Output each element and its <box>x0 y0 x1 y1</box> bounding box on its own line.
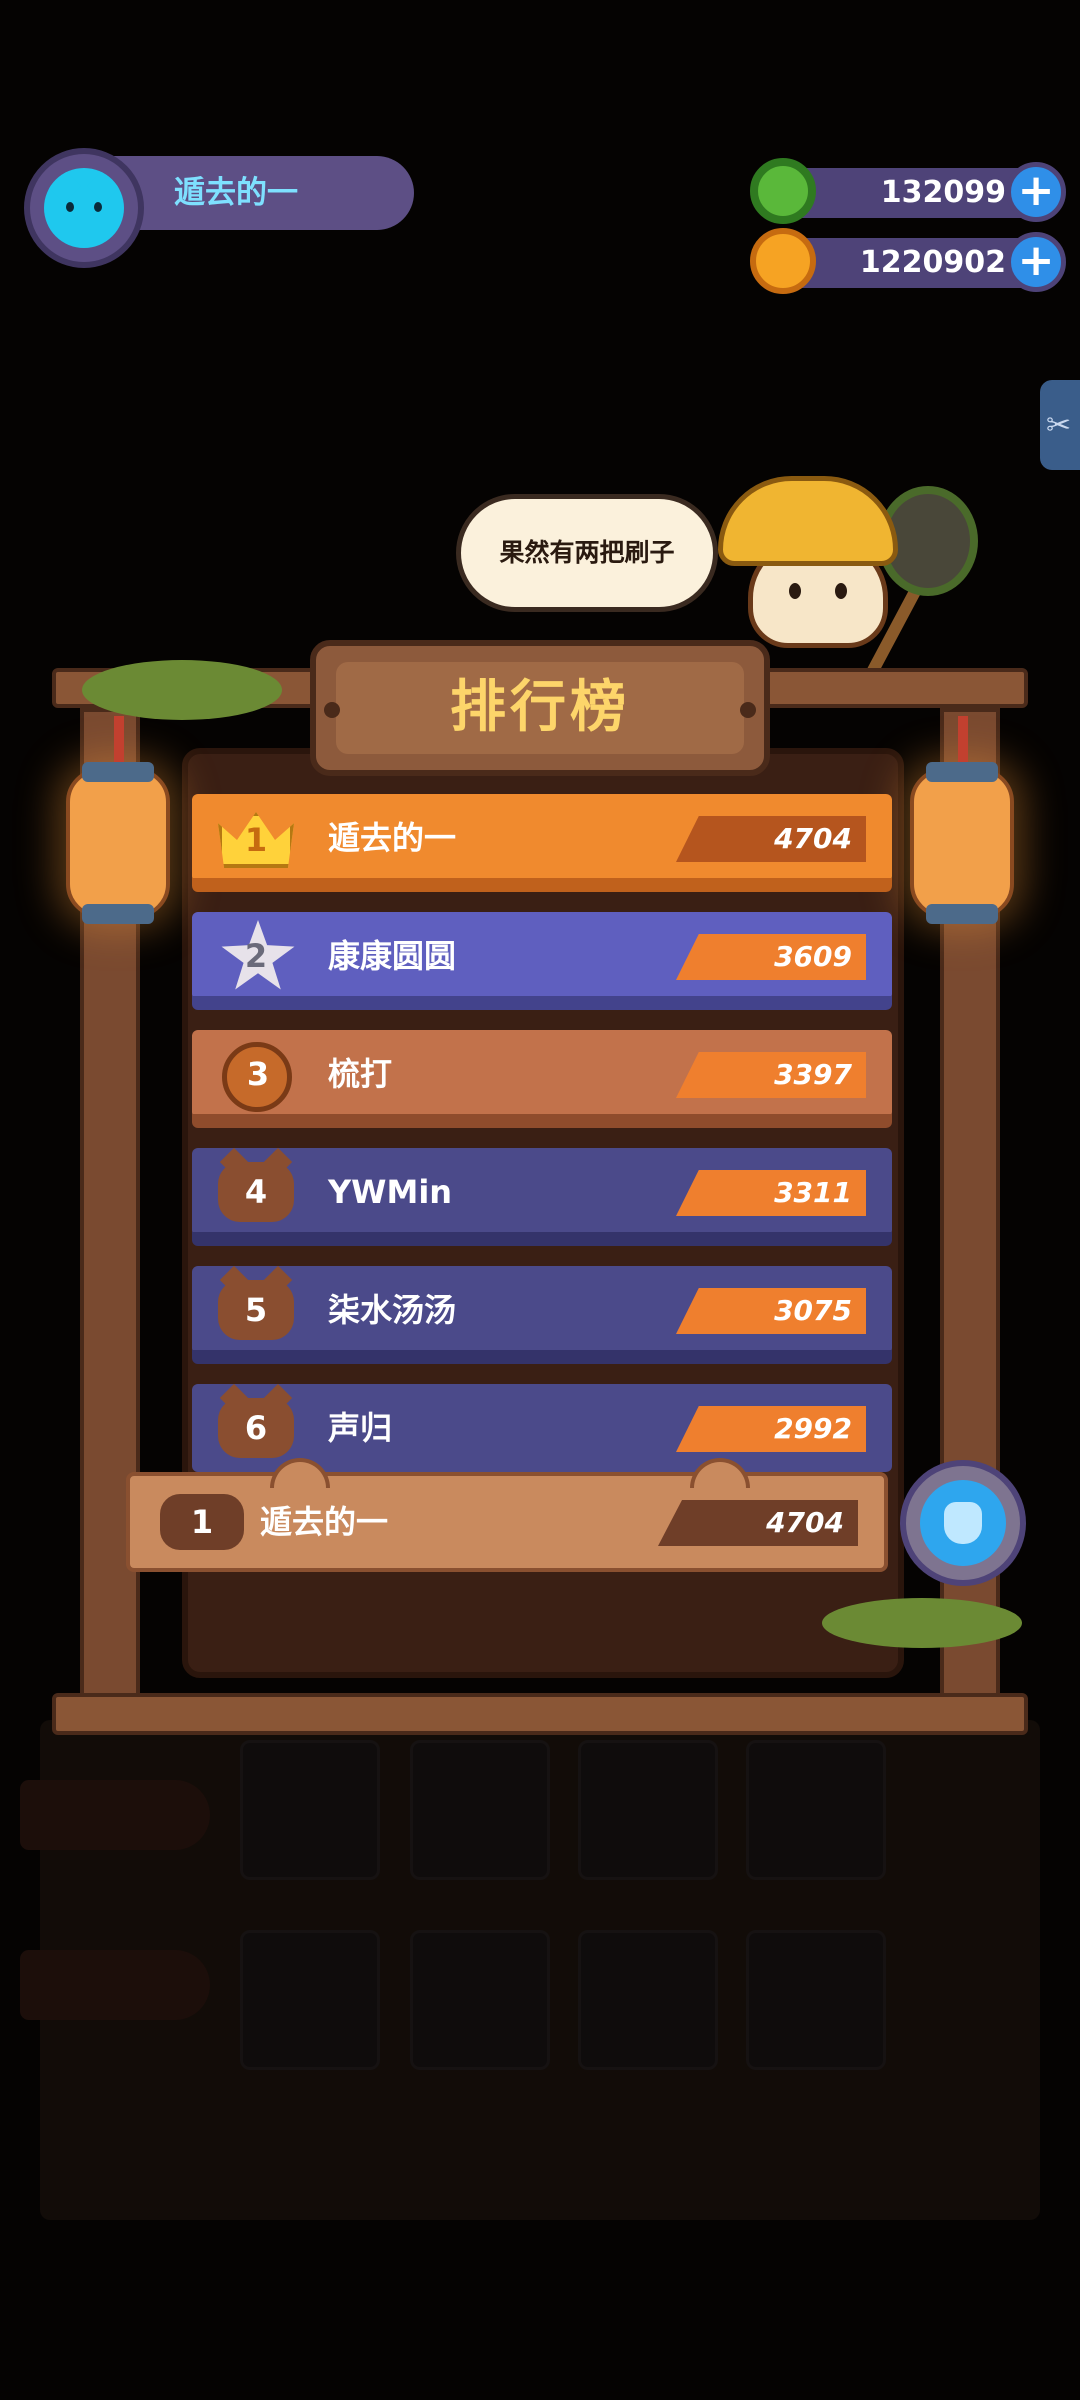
my-player-name: 遁去的一 <box>260 1503 389 1541</box>
speech-bubble: 果然有两把刷子 <box>456 494 718 612</box>
score-value: 3609 <box>774 940 852 973</box>
player-name: YWMin <box>328 1173 453 1211</box>
background-card <box>410 1740 550 1880</box>
player-name: 柒水汤汤 <box>328 1291 457 1329</box>
leaderboard-row[interactable]: 2 康康圆圆 3609 <box>192 912 892 1010</box>
moss-decoration <box>82 660 282 720</box>
cat-head-icon: 1 <box>160 1494 244 1550</box>
player-name: 遁去的一 <box>174 175 298 211</box>
score-box: 3311 <box>676 1170 866 1216</box>
currency-planet-coin-value: 1220902 <box>859 245 1006 280</box>
plus-icon[interactable]: + <box>1006 162 1066 222</box>
score-value: 2992 <box>774 1412 852 1445</box>
background-card <box>240 1740 380 1880</box>
player-name: 声归 <box>328 1409 393 1447</box>
background-label-rare <box>20 1950 210 2020</box>
score-value: 3311 <box>774 1176 852 1209</box>
cat-avatar-icon[interactable] <box>24 148 144 268</box>
score-box: 4704 <box>676 816 866 862</box>
background-card <box>410 1930 550 2070</box>
player-name: 康康圆圆 <box>328 937 457 975</box>
lantern-right <box>910 716 1014 924</box>
cat-head-icon: 6 <box>218 1398 294 1458</box>
score-box: 3397 <box>676 1052 866 1098</box>
my-rank-row[interactable]: 1 遁去的一 4704 <box>126 1458 888 1572</box>
leaderboard-row[interactable]: 5 柒水汤汤 3075 <box>192 1266 892 1364</box>
lantern-left <box>66 716 170 924</box>
side-tab[interactable]: ✂ <box>1040 380 1080 470</box>
background-card <box>240 1930 380 2070</box>
background-card <box>746 1740 886 1880</box>
rank-number: 4 <box>244 1173 268 1211</box>
score-value: 3397 <box>774 1058 852 1091</box>
scissors-icon: ✂ <box>1046 408 1072 443</box>
score-value: 3075 <box>774 1294 852 1327</box>
currency-planet-coin: 1220902 + <box>750 228 1066 294</box>
plus-icon[interactable]: + <box>1006 232 1066 292</box>
profile-name-bar: 遁去的一 <box>114 156 414 230</box>
bottom-beam <box>52 1693 1028 1735</box>
score-box: 3075 <box>676 1288 866 1334</box>
my-score-value: 4704 <box>766 1506 844 1539</box>
hat <box>718 476 898 566</box>
rank-number: 1 <box>244 821 268 859</box>
my-rank-number: 1 <box>190 1503 214 1541</box>
title-plaque: 排行榜 <box>310 640 770 776</box>
background-label-normal <box>20 1780 210 1850</box>
leaderboard-row[interactable]: 4 YWMin 3311 <box>192 1148 892 1246</box>
cat-head-icon: 5 <box>218 1280 294 1340</box>
leaderboard-title: 排行榜 <box>450 675 630 740</box>
background-card <box>578 1930 718 2070</box>
leaderboard-row[interactable]: 1 遁去的一 4704 <box>192 794 892 892</box>
rank-number: 5 <box>244 1291 268 1329</box>
gift-bag-icon <box>944 1502 982 1544</box>
rank-number: 3 <box>246 1055 270 1093</box>
donut-icon <box>750 158 816 224</box>
my-score-box: 4704 <box>658 1500 858 1546</box>
rank-number: 2 <box>244 937 268 975</box>
planet-coin-icon <box>750 228 816 294</box>
background-card <box>746 1930 886 2070</box>
score-box: 3609 <box>676 934 866 980</box>
background-card <box>578 1740 718 1880</box>
rank-number: 6 <box>244 1409 268 1447</box>
player-name: 遁去的一 <box>328 819 457 857</box>
currency-donut: 132099 + <box>750 158 1066 224</box>
currency-donut-value: 132099 <box>880 175 1006 210</box>
speech-bubble-text: 果然有两把刷子 <box>499 538 675 567</box>
cat-head-icon: 4 <box>218 1162 294 1222</box>
leaderboard-row[interactable]: 3 梳打 3397 <box>192 1030 892 1128</box>
score-box: 2992 <box>676 1406 866 1452</box>
moss-decoration <box>822 1598 1022 1648</box>
score-value: 4704 <box>774 822 852 855</box>
player-name: 梳打 <box>328 1055 393 1093</box>
gift-bag-button[interactable] <box>900 1460 1026 1586</box>
